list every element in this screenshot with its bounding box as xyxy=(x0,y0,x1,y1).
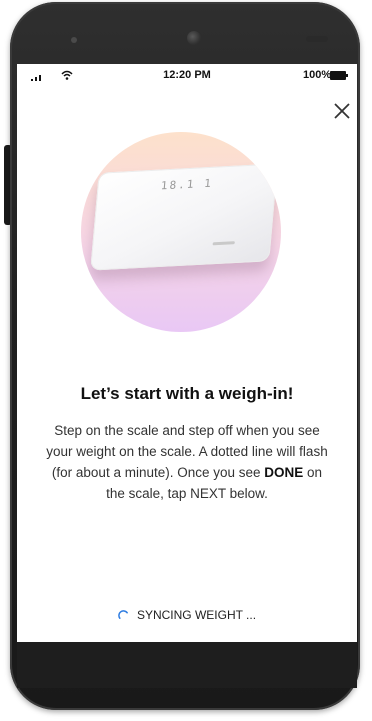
sync-status-label: SYNCING WEIGHT ... xyxy=(136,608,257,622)
battery-percent: 100% xyxy=(303,69,332,81)
speaker-dot xyxy=(71,37,77,43)
proximity-sensor xyxy=(306,36,328,42)
page: 12:20 PM 100% 18.1 1 Let’s start with a … xyxy=(0,0,372,721)
scale-brand-mark xyxy=(212,241,235,246)
page-title: Let’s start with a weigh-in! xyxy=(80,384,294,403)
phone-chin xyxy=(17,642,357,688)
close-icon[interactable] xyxy=(331,100,353,122)
instructions-emphasis: DONE xyxy=(264,465,304,480)
hero-illustration: 18.1 1 xyxy=(81,132,281,332)
phone-screen: 12:20 PM 100% 18.1 1 Let’s start with a … xyxy=(17,64,357,642)
battery-icon xyxy=(330,71,348,80)
scale-display-reading: 18.1 1 xyxy=(160,176,214,193)
front-camera xyxy=(187,31,201,45)
instructions-text: Step on the scale and step off when you … xyxy=(45,420,329,504)
status-bar: 12:20 PM 100% xyxy=(17,64,357,88)
spinner-icon xyxy=(118,610,128,619)
sync-status: SYNCING WEIGHT ... xyxy=(17,608,357,622)
smart-scale-image: 18.1 1 xyxy=(90,163,278,271)
